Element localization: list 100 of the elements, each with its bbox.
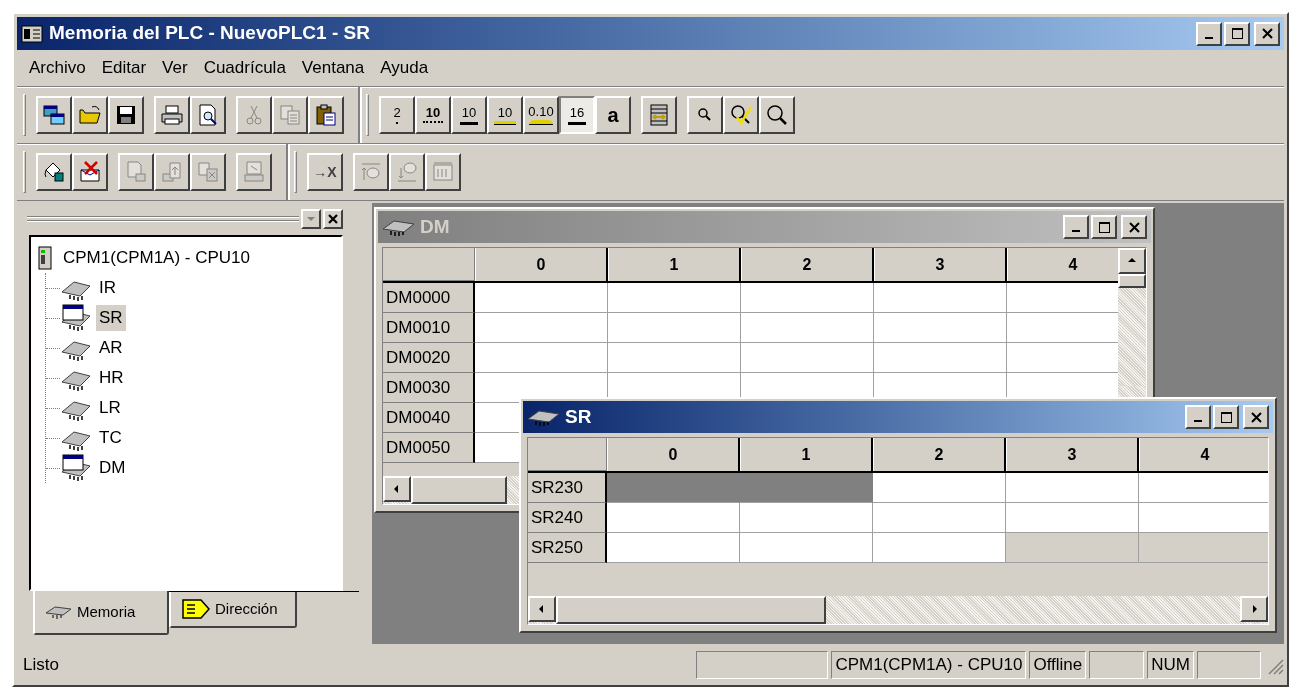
toolbar-button[interactable]: a [595, 96, 631, 134]
maximize-button[interactable] [1224, 21, 1250, 46]
rows-icon [647, 103, 671, 127]
close-icon [328, 214, 338, 224]
toolbar-button[interactable]: →X [307, 153, 343, 191]
column-header: 2 [741, 248, 874, 281]
column-header: 0 [607, 438, 740, 471]
status-panel: NUM [1147, 651, 1194, 679]
toolbar-button[interactable] [154, 96, 190, 134]
menu-item[interactable]: Ayuda [374, 55, 435, 81]
scroll-left-button[interactable] [528, 596, 556, 622]
tree-item[interactable]: TC [96, 425, 125, 451]
close-icon [1250, 411, 1262, 423]
toolbar-button[interactable] [108, 96, 144, 134]
toolbar-button[interactable] [36, 153, 72, 191]
row-header: SR240 [528, 503, 607, 533]
minimize-button[interactable] [1196, 21, 1222, 46]
dropdown-button[interactable] [301, 209, 321, 229]
tree-item[interactable]: SR [96, 305, 126, 331]
paint-bucket-icon [42, 160, 66, 184]
maximize-icon [1231, 28, 1243, 39]
toolbar-button[interactable] [687, 96, 723, 134]
tree-item[interactable]: HR [96, 365, 127, 391]
toolbar-button[interactable]: 2 [379, 96, 415, 134]
status-panel [1197, 651, 1261, 679]
toolbar-button[interactable] [190, 96, 226, 134]
magnifier-check-icon [729, 103, 753, 127]
window-title: SR [565, 404, 593, 429]
close-button[interactable] [1243, 405, 1269, 429]
toolbar-button[interactable] [72, 96, 108, 134]
chip-icon [527, 408, 561, 426]
toolbar-button[interactable] [723, 96, 759, 134]
app-icon [21, 24, 43, 43]
floppy-icon [114, 103, 138, 127]
scroll-thumb[interactable] [411, 476, 507, 504]
column-header: 1 [608, 248, 741, 281]
tab[interactable]: Dirección [169, 592, 297, 628]
plc-icon [37, 245, 53, 271]
tree-item[interactable]: AR [96, 335, 126, 361]
close-button[interactable] [1254, 21, 1280, 46]
tab[interactable]: Memoria [33, 591, 169, 635]
document-icon [196, 160, 220, 184]
tree-item[interactable]: CPM1(CPM1A) - CPU10 [63, 245, 251, 271]
tree-item[interactable]: DM [96, 455, 129, 481]
toolbar-button[interactable] [759, 96, 795, 134]
menu-item[interactable]: Archivo [23, 55, 92, 81]
toolbar-button[interactable]: 10 [487, 96, 523, 134]
column-header: 0 [475, 248, 608, 281]
menu-item[interactable]: Ventana [295, 55, 371, 81]
minimize-icon [1205, 36, 1213, 39]
tree-item[interactable]: IR [96, 275, 119, 301]
close-icon [1261, 28, 1273, 39]
counter-icon [431, 160, 455, 184]
menu-item[interactable]: Editar [95, 55, 153, 81]
toolbar-button[interactable]: 10 [451, 96, 487, 134]
status-text: Listo [22, 654, 60, 677]
close-button[interactable] [1121, 215, 1147, 239]
toolbar-button[interactable] [72, 153, 108, 191]
toolbar-button[interactable] [641, 96, 677, 134]
maximize-button[interactable] [1091, 215, 1117, 239]
caret-icon [306, 216, 316, 222]
toolbar-button[interactable]: 0.10 [523, 96, 559, 134]
speech-bubble-icon [395, 160, 419, 184]
menu-item[interactable]: Cuadrícula [197, 55, 292, 81]
column-header: 3 [874, 248, 1007, 281]
document-icon [124, 160, 148, 184]
toolbar-button[interactable]: 16 [559, 96, 595, 134]
minimize-button[interactable] [1063, 215, 1089, 239]
horizontal-scrollbar[interactable] [528, 596, 1268, 624]
tree-item[interactable]: LR [96, 395, 124, 421]
minimize-icon [1194, 420, 1202, 422]
close-button[interactable] [323, 209, 343, 229]
close-icon [1128, 221, 1140, 233]
scroll-up-button[interactable] [1118, 248, 1146, 274]
column-header: 1 [740, 438, 873, 471]
scroll-right-button[interactable] [1240, 596, 1268, 622]
row-header: DM0010 [383, 313, 475, 343]
menu-item[interactable]: Ver [156, 55, 194, 81]
grip-icon [27, 215, 299, 223]
maximize-button[interactable] [1213, 405, 1239, 429]
minimize-button[interactable] [1185, 405, 1211, 429]
toolbar-button[interactable] [36, 96, 72, 134]
status-panel [1089, 651, 1145, 679]
minimize-icon [1072, 230, 1080, 232]
toolbar-button[interactable] [308, 96, 344, 134]
windows-icon [42, 103, 66, 127]
scroll-thumb[interactable] [556, 596, 826, 624]
folder-icon [78, 103, 102, 127]
column-header: 3 [1006, 438, 1139, 471]
toolbar-button[interactable]: 10 [415, 96, 451, 134]
scroll-left-button[interactable] [383, 476, 411, 502]
status-panel: CPM1(CPM1A) - CPU10 [831, 651, 1027, 679]
copy-icon [278, 103, 302, 127]
maximize-icon [1098, 221, 1110, 233]
window-title: Memoria del PLC - NuevoPLC1 - SR [49, 21, 371, 46]
row-header: DM0030 [383, 373, 475, 403]
clipboard-icon [314, 103, 338, 127]
row-header: DM0040 [383, 403, 475, 433]
scroll-thumb[interactable] [1118, 274, 1146, 288]
maximize-icon [1220, 411, 1232, 423]
